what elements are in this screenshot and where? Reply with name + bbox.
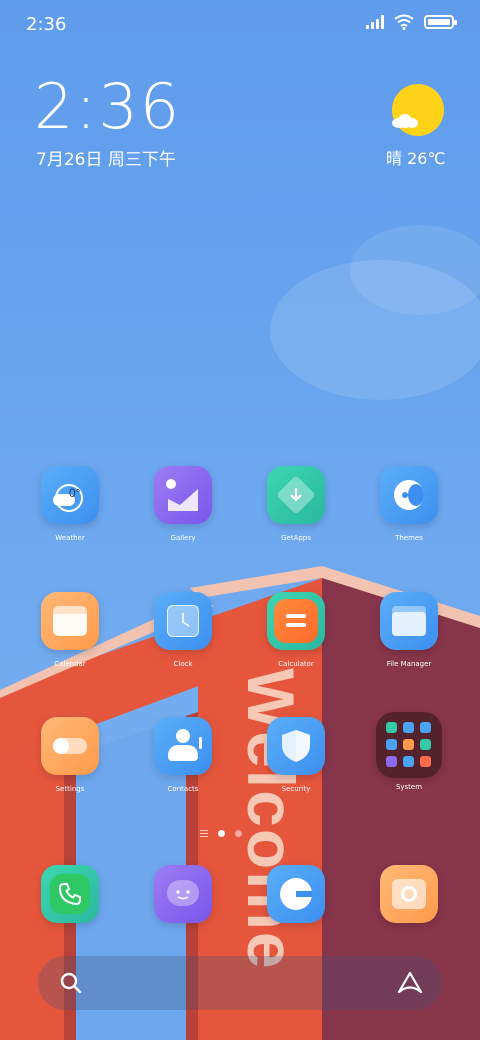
app-label: GetApps <box>281 534 311 542</box>
gallery-icon <box>154 466 212 524</box>
app-label: Calculator <box>278 660 314 668</box>
assistant-icon[interactable] <box>396 970 424 996</box>
app-contacts[interactable]: Contacts <box>133 717 233 793</box>
calculator-icon <box>267 592 325 650</box>
app-calendar[interactable]: Calendar <box>20 592 120 668</box>
dock-camera[interactable] <box>359 865 459 923</box>
search-bar[interactable] <box>38 956 442 1010</box>
cloud-icon <box>392 114 420 128</box>
settings-icon <box>41 717 99 775</box>
dock-phone[interactable] <box>20 865 120 923</box>
sun-icon[interactable] <box>392 84 444 136</box>
feed-page-indicator-icon <box>200 830 208 837</box>
app-calculator[interactable]: Calculator <box>246 592 346 668</box>
app-weather[interactable]: 0° Weather <box>20 466 120 542</box>
messages-icon <box>154 865 212 923</box>
app-themes[interactable]: Themes <box>359 466 459 542</box>
app-label: Weather <box>55 534 85 542</box>
page-dot-active <box>218 830 225 837</box>
clock-widget-time[interactable]: 2:36 <box>34 76 181 138</box>
file-manager-icon <box>380 592 438 650</box>
getapps-icon <box>267 466 325 524</box>
wallpaper-welcome-text: Welcome <box>234 668 308 971</box>
app-settings[interactable]: Settings <box>20 717 120 793</box>
calendar-icon <box>41 592 99 650</box>
wifi-icon <box>394 14 414 30</box>
browser-icon <box>267 865 325 923</box>
app-file-manager[interactable]: File Manager <box>359 592 459 668</box>
app-label: Themes <box>395 534 423 542</box>
app-gallery[interactable]: Gallery <box>133 466 233 542</box>
system-folder-icon <box>376 712 442 778</box>
app-label: Security <box>281 785 311 793</box>
contacts-icon <box>154 717 212 775</box>
themes-icon <box>380 466 438 524</box>
app-label: Clock <box>173 660 193 668</box>
app-label: Settings <box>55 785 85 793</box>
app-label: Contacts <box>167 785 199 793</box>
security-icon <box>267 717 325 775</box>
app-getapps[interactable]: GetApps <box>246 466 346 542</box>
weather-icon: 0° <box>41 466 99 524</box>
status-time: 2:36 <box>26 14 67 35</box>
page-dot <box>235 830 242 837</box>
app-label: Gallery <box>170 534 196 542</box>
weather-temp-badge: 0° <box>69 486 81 500</box>
phone-icon <box>41 865 99 923</box>
app-label: System <box>395 783 423 791</box>
signal-icon <box>366 15 384 29</box>
search-icon <box>60 972 82 994</box>
app-security[interactable]: Security <box>246 717 346 793</box>
app-label: File Manager <box>386 660 432 668</box>
dock-browser[interactable] <box>246 865 346 923</box>
weather-text[interactable]: 晴 26℃ <box>386 145 445 169</box>
battery-icon <box>424 15 457 29</box>
status-icons <box>366 14 457 30</box>
dock-messages[interactable] <box>133 865 233 923</box>
page-indicator[interactable] <box>200 830 242 837</box>
camera-icon <box>380 865 438 923</box>
app-system-folder[interactable]: System <box>359 712 459 791</box>
app-clock[interactable]: Clock <box>133 592 233 668</box>
clock-widget-date[interactable]: 7月26日 周三下午 <box>36 145 176 170</box>
clock-icon <box>154 592 212 650</box>
app-label: Calendar <box>54 660 86 668</box>
